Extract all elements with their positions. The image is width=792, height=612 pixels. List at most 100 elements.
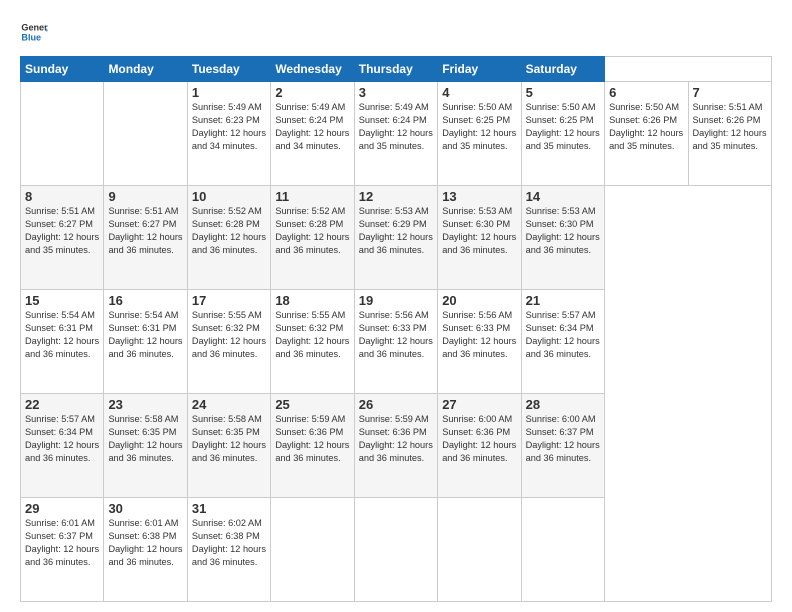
day-number: 25 [275,397,349,412]
day-info: Sunrise: 5:52 AMSunset: 6:28 PMDaylight:… [192,205,266,257]
calendar-cell: 16Sunrise: 5:54 AMSunset: 6:31 PMDayligh… [104,290,187,394]
day-number: 12 [359,189,433,204]
day-number: 17 [192,293,266,308]
day-number: 20 [442,293,516,308]
day-number: 21 [526,293,600,308]
page: General Blue SundayMondayTuesdayWednesda… [0,0,792,612]
calendar-body: 1Sunrise: 5:49 AMSunset: 6:23 PMDaylight… [21,82,772,602]
calendar-cell: 19Sunrise: 5:56 AMSunset: 6:33 PMDayligh… [354,290,437,394]
calendar-week-row: 22Sunrise: 5:57 AMSunset: 6:34 PMDayligh… [21,394,772,498]
day-info: Sunrise: 6:02 AMSunset: 6:38 PMDaylight:… [192,517,266,569]
day-number: 18 [275,293,349,308]
calendar-cell: 2Sunrise: 5:49 AMSunset: 6:24 PMDaylight… [271,82,354,186]
day-number: 23 [108,397,182,412]
calendar-table: SundayMondayTuesdayWednesdayThursdayFrid… [20,56,772,602]
calendar-cell: 4Sunrise: 5:50 AMSunset: 6:25 PMDaylight… [438,82,521,186]
day-number: 11 [275,189,349,204]
day-number: 29 [25,501,99,516]
calendar-cell: 24Sunrise: 5:58 AMSunset: 6:35 PMDayligh… [187,394,270,498]
calendar-cell: 18Sunrise: 5:55 AMSunset: 6:32 PMDayligh… [271,290,354,394]
day-number: 10 [192,189,266,204]
day-info: Sunrise: 6:01 AMSunset: 6:37 PMDaylight:… [25,517,99,569]
calendar-cell: 20Sunrise: 5:56 AMSunset: 6:33 PMDayligh… [438,290,521,394]
day-info: Sunrise: 5:59 AMSunset: 6:36 PMDaylight:… [359,413,433,465]
day-info: Sunrise: 5:51 AMSunset: 6:27 PMDaylight:… [25,205,99,257]
header: General Blue [20,18,772,46]
day-number: 6 [609,85,683,100]
calendar-cell: 7Sunrise: 5:51 AMSunset: 6:26 PMDaylight… [688,82,772,186]
day-number: 28 [526,397,600,412]
day-number: 22 [25,397,99,412]
calendar-header-monday: Monday [104,57,187,82]
day-number: 24 [192,397,266,412]
calendar-cell: 13Sunrise: 5:53 AMSunset: 6:30 PMDayligh… [438,186,521,290]
calendar-cell [354,498,437,602]
calendar-cell: 21Sunrise: 5:57 AMSunset: 6:34 PMDayligh… [521,290,604,394]
calendar-cell: 29Sunrise: 6:01 AMSunset: 6:37 PMDayligh… [21,498,104,602]
day-info: Sunrise: 5:50 AMSunset: 6:25 PMDaylight:… [442,101,516,153]
calendar-cell: 15Sunrise: 5:54 AMSunset: 6:31 PMDayligh… [21,290,104,394]
calendar-cell: 11Sunrise: 5:52 AMSunset: 6:28 PMDayligh… [271,186,354,290]
day-info: Sunrise: 5:59 AMSunset: 6:36 PMDaylight:… [275,413,349,465]
calendar-cell [21,82,104,186]
calendar-cell: 31Sunrise: 6:02 AMSunset: 6:38 PMDayligh… [187,498,270,602]
day-number: 30 [108,501,182,516]
day-info: Sunrise: 5:53 AMSunset: 6:30 PMDaylight:… [442,205,516,257]
calendar-cell: 27Sunrise: 6:00 AMSunset: 6:36 PMDayligh… [438,394,521,498]
calendar-cell [521,498,604,602]
calendar-week-row: 29Sunrise: 6:01 AMSunset: 6:37 PMDayligh… [21,498,772,602]
day-number: 2 [275,85,349,100]
day-number: 7 [693,85,768,100]
day-info: Sunrise: 6:00 AMSunset: 6:37 PMDaylight:… [526,413,600,465]
day-info: Sunrise: 5:51 AMSunset: 6:27 PMDaylight:… [108,205,182,257]
day-info: Sunrise: 5:57 AMSunset: 6:34 PMDaylight:… [25,413,99,465]
day-number: 31 [192,501,266,516]
day-number: 15 [25,293,99,308]
day-number: 8 [25,189,99,204]
day-number: 9 [108,189,182,204]
day-info: Sunrise: 5:49 AMSunset: 6:24 PMDaylight:… [359,101,433,153]
calendar-cell [438,498,521,602]
day-number: 14 [526,189,600,204]
calendar-cell: 17Sunrise: 5:55 AMSunset: 6:32 PMDayligh… [187,290,270,394]
day-info: Sunrise: 5:50 AMSunset: 6:25 PMDaylight:… [526,101,600,153]
day-number: 3 [359,85,433,100]
calendar-cell: 26Sunrise: 5:59 AMSunset: 6:36 PMDayligh… [354,394,437,498]
calendar-cell: 6Sunrise: 5:50 AMSunset: 6:26 PMDaylight… [605,82,688,186]
day-info: Sunrise: 6:01 AMSunset: 6:38 PMDaylight:… [108,517,182,569]
calendar-cell: 5Sunrise: 5:50 AMSunset: 6:25 PMDaylight… [521,82,604,186]
calendar-cell: 30Sunrise: 6:01 AMSunset: 6:38 PMDayligh… [104,498,187,602]
calendar-cell: 1Sunrise: 5:49 AMSunset: 6:23 PMDaylight… [187,82,270,186]
calendar-header-wednesday: Wednesday [271,57,354,82]
day-info: Sunrise: 5:56 AMSunset: 6:33 PMDaylight:… [359,309,433,361]
logo: General Blue [20,18,52,46]
day-info: Sunrise: 5:54 AMSunset: 6:31 PMDaylight:… [108,309,182,361]
calendar-cell: 14Sunrise: 5:53 AMSunset: 6:30 PMDayligh… [521,186,604,290]
day-number: 5 [526,85,600,100]
day-number: 13 [442,189,516,204]
calendar-cell: 12Sunrise: 5:53 AMSunset: 6:29 PMDayligh… [354,186,437,290]
day-info: Sunrise: 5:58 AMSunset: 6:35 PMDaylight:… [192,413,266,465]
calendar-cell: 23Sunrise: 5:58 AMSunset: 6:35 PMDayligh… [104,394,187,498]
day-info: Sunrise: 5:51 AMSunset: 6:26 PMDaylight:… [693,101,768,153]
day-info: Sunrise: 5:55 AMSunset: 6:32 PMDaylight:… [192,309,266,361]
day-number: 1 [192,85,266,100]
calendar-cell [104,82,187,186]
day-info: Sunrise: 5:50 AMSunset: 6:26 PMDaylight:… [609,101,683,153]
day-number: 19 [359,293,433,308]
day-info: Sunrise: 5:58 AMSunset: 6:35 PMDaylight:… [108,413,182,465]
day-info: Sunrise: 5:57 AMSunset: 6:34 PMDaylight:… [526,309,600,361]
calendar-cell: 28Sunrise: 6:00 AMSunset: 6:37 PMDayligh… [521,394,604,498]
calendar-cell: 9Sunrise: 5:51 AMSunset: 6:27 PMDaylight… [104,186,187,290]
calendar-week-row: 8Sunrise: 5:51 AMSunset: 6:27 PMDaylight… [21,186,772,290]
calendar-header-sunday: Sunday [21,57,104,82]
svg-text:Blue: Blue [21,32,41,42]
day-info: Sunrise: 5:55 AMSunset: 6:32 PMDaylight:… [275,309,349,361]
svg-text:General: General [21,23,48,33]
day-info: Sunrise: 5:49 AMSunset: 6:24 PMDaylight:… [275,101,349,153]
day-info: Sunrise: 6:00 AMSunset: 6:36 PMDaylight:… [442,413,516,465]
day-info: Sunrise: 5:49 AMSunset: 6:23 PMDaylight:… [192,101,266,153]
calendar-week-row: 1Sunrise: 5:49 AMSunset: 6:23 PMDaylight… [21,82,772,186]
logo-icon: General Blue [20,18,48,46]
day-number: 16 [108,293,182,308]
